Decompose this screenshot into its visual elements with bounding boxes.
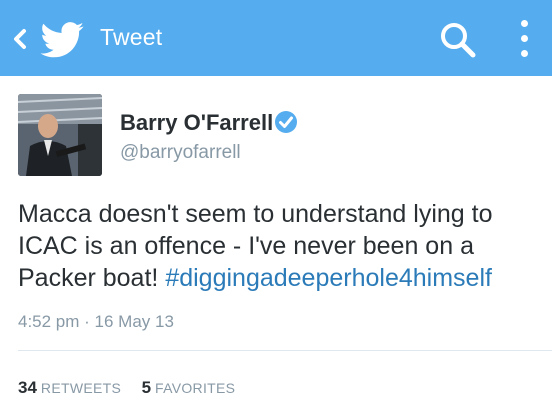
search-button[interactable] bbox=[438, 20, 478, 60]
favorites-label: FAVORITES bbox=[155, 380, 236, 396]
search-icon bbox=[441, 23, 476, 58]
top-app-bar: Tweet bbox=[0, 0, 552, 76]
overflow-menu-icon bbox=[521, 20, 528, 27]
retweets-count: 34 bbox=[18, 378, 37, 397]
retweets-stat[interactable]: 34 RETWEETS bbox=[18, 378, 121, 398]
favorites-count: 5 bbox=[141, 378, 152, 397]
verified-badge-icon bbox=[275, 111, 297, 133]
favorites-stat[interactable]: 5 FAVORITES bbox=[142, 378, 236, 398]
author-handle[interactable]: @barryofarrell bbox=[120, 142, 241, 164]
back-button[interactable] bbox=[6, 18, 96, 60]
hashtag-link[interactable]: #diggingadeeperhole4himself bbox=[165, 264, 492, 292]
overflow-menu-dot bbox=[521, 50, 528, 57]
tweet-body: Macca doesn't seem to understand lying t… bbox=[18, 198, 543, 294]
tweet-timestamp: 4:52 pm · 16 May 13 bbox=[18, 312, 174, 331]
page-title: Tweet bbox=[100, 24, 163, 50]
divider bbox=[18, 350, 552, 351]
overflow-menu-dot bbox=[521, 35, 528, 42]
tweet-stats: 34 RETWEETS 5 FAVORITES bbox=[18, 378, 251, 398]
chevron-left-icon bbox=[14, 29, 26, 49]
author-name[interactable]: Barry O'Farrell bbox=[120, 110, 273, 136]
overflow-menu-button[interactable] bbox=[513, 18, 537, 60]
avatar-photo bbox=[18, 94, 102, 176]
avatar[interactable] bbox=[18, 94, 102, 176]
retweets-label: RETWEETS bbox=[40, 380, 122, 396]
twitter-bird-icon bbox=[40, 22, 84, 58]
